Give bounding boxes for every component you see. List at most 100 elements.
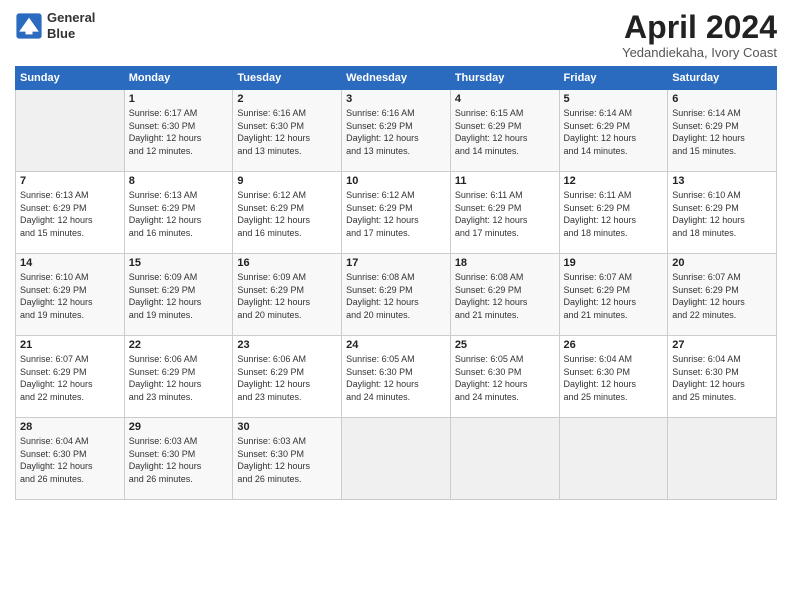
day-number: 1 [129,93,229,105]
day-cell: 2Sunrise: 6:16 AMSunset: 6:30 PMDaylight… [233,90,342,172]
day-cell: 10Sunrise: 6:12 AMSunset: 6:29 PMDayligh… [342,172,451,254]
day-number: 29 [129,421,229,433]
day-number: 6 [672,93,772,105]
day-info: Sunrise: 6:07 AMSunset: 6:29 PMDaylight:… [672,271,772,321]
day-info: Sunrise: 6:12 AMSunset: 6:29 PMDaylight:… [237,189,337,239]
day-cell [342,418,451,500]
day-cell: 16 Sunrise: 6:09 AMSunset: 6:29 PMDayligh… [233,254,342,336]
logo-icon [15,12,43,40]
day-info: Sunrise: 6:10 AMSunset: 6:29 PMDaylight:… [20,271,120,321]
day-info: Sunrise: 6:14 AMSunset: 6:29 PMDaylight:… [564,107,664,157]
day-info: Sunrise: 6:08 AMSunset: 6:29 PMDaylight:… [455,271,555,321]
day-info: Sunrise: 6:08 AMSunset: 6:29 PMDaylight:… [346,271,446,321]
day-cell: 4 Sunrise: 6:15 AMSunset: 6:29 PMDaylight… [450,90,559,172]
day-cell: 8Sunrise: 6:13 AMSunset: 6:29 PMDaylight… [124,172,233,254]
day-info: Sunrise: 6:13 AMSunset: 6:29 PMDaylight:… [20,189,120,239]
day-cell: 13 Sunrise: 6:10 AMSunset: 6:29 PMDayligh… [668,172,777,254]
day-number: 3 [346,93,446,105]
day-cell: 25 Sunrise: 6:05 AMSunset: 6:30 PMDayligh… [450,336,559,418]
day-number: 18 [455,257,555,269]
day-number: 16 [237,257,337,269]
header-cell-tuesday: Tuesday [233,67,342,90]
day-number: 25 [455,339,555,351]
day-number: 8 [129,175,229,187]
day-info: Sunrise: 6:12 AMSunset: 6:29 PMDaylight:… [346,189,446,239]
logo-line1: General [47,10,95,26]
location: Yedandiekaha, Ivory Coast [622,45,777,60]
day-info: Sunrise: 6:04 AMSunset: 6:30 PMDaylight:… [20,435,120,485]
day-info: Sunrise: 6:09 AMSunset: 6:29 PMDaylight:… [129,271,229,321]
day-number: 24 [346,339,446,351]
day-cell: 24 Sunrise: 6:05 AMSunset: 6:30 PMDayligh… [342,336,451,418]
header-cell-thursday: Thursday [450,67,559,90]
day-info: Sunrise: 6:11 AMSunset: 6:29 PMDaylight:… [564,189,664,239]
week-row-5: 28 Sunrise: 6:04 AMSunset: 6:30 PMDayligh… [16,418,777,500]
day-cell: 11 Sunrise: 6:11 AMSunset: 6:29 PMDayligh… [450,172,559,254]
day-number: 9 [237,175,337,187]
day-number: 15 [129,257,229,269]
header-cell-friday: Friday [559,67,668,90]
calendar-header-row: SundayMondayTuesdayWednesdayThursdayFrid… [16,67,777,90]
day-info: Sunrise: 6:17 AMSunset: 6:30 PMDaylight:… [129,107,229,157]
day-info: Sunrise: 6:04 AMSunset: 6:30 PMDaylight:… [564,353,664,403]
header-cell-monday: Monday [124,67,233,90]
day-number: 19 [564,257,664,269]
day-cell: 26 Sunrise: 6:04 AMSunset: 6:30 PMDayligh… [559,336,668,418]
day-cell: 19 Sunrise: 6:07 AMSunset: 6:29 PMDayligh… [559,254,668,336]
day-cell: 20 Sunrise: 6:07 AMSunset: 6:29 PMDayligh… [668,254,777,336]
day-info: Sunrise: 6:06 AMSunset: 6:29 PMDaylight:… [237,353,337,403]
day-number: 26 [564,339,664,351]
day-number: 28 [20,421,120,433]
day-cell: 7 Sunrise: 6:13 AMSunset: 6:29 PMDaylight… [16,172,125,254]
day-info: Sunrise: 6:16 AMSunset: 6:29 PMDaylight:… [346,107,446,157]
day-info: Sunrise: 6:10 AMSunset: 6:29 PMDaylight:… [672,189,772,239]
day-number: 4 [455,93,555,105]
day-cell: 27 Sunrise: 6:04 AMSunset: 6:30 PMDayligh… [668,336,777,418]
day-cell: 3 Sunrise: 6:16 AMSunset: 6:29 PMDaylight… [342,90,451,172]
header: General Blue April 2024 Yedandiekaha, Iv… [15,10,777,60]
title-block: April 2024 Yedandiekaha, Ivory Coast [622,10,777,60]
day-number: 7 [20,175,120,187]
week-row-1: 1 Sunrise: 6:17 AMSunset: 6:30 PMDaylight… [16,90,777,172]
week-row-2: 7 Sunrise: 6:13 AMSunset: 6:29 PMDaylight… [16,172,777,254]
day-info: Sunrise: 6:04 AMSunset: 6:30 PMDaylight:… [672,353,772,403]
day-info: Sunrise: 6:05 AMSunset: 6:30 PMDaylight:… [455,353,555,403]
week-row-3: 14 Sunrise: 6:10 AMSunset: 6:29 PMDayligh… [16,254,777,336]
day-cell: 22 Sunrise: 6:06 AMSunset: 6:29 PMDayligh… [124,336,233,418]
page: General Blue April 2024 Yedandiekaha, Iv… [0,0,792,612]
day-info: Sunrise: 6:11 AMSunset: 6:29 PMDaylight:… [455,189,555,239]
day-number: 14 [20,257,120,269]
day-cell: 28 Sunrise: 6:04 AMSunset: 6:30 PMDayligh… [16,418,125,500]
day-info: Sunrise: 6:15 AMSunset: 6:29 PMDaylight:… [455,107,555,157]
day-info: Sunrise: 6:09 AMSunset: 6:29 PMDaylight:… [237,271,337,321]
day-cell [16,90,125,172]
day-number: 13 [672,175,772,187]
header-cell-sunday: Sunday [16,67,125,90]
day-number: 12 [564,175,664,187]
header-cell-saturday: Saturday [668,67,777,90]
day-number: 27 [672,339,772,351]
day-cell [450,418,559,500]
day-number: 2 [237,93,337,105]
day-cell: 6Sunrise: 6:14 AMSunset: 6:29 PMDaylight… [668,90,777,172]
day-cell: 5 Sunrise: 6:14 AMSunset: 6:29 PMDaylight… [559,90,668,172]
day-number: 5 [564,93,664,105]
day-number: 21 [20,339,120,351]
week-row-4: 21 Sunrise: 6:07 AMSunset: 6:29 PMDayligh… [16,336,777,418]
month-title: April 2024 [622,10,777,45]
day-number: 20 [672,257,772,269]
day-number: 22 [129,339,229,351]
day-info: Sunrise: 6:07 AMSunset: 6:29 PMDaylight:… [564,271,664,321]
logo: General Blue [15,10,95,41]
day-number: 23 [237,339,337,351]
day-info: Sunrise: 6:05 AMSunset: 6:30 PMDaylight:… [346,353,446,403]
day-info: Sunrise: 6:06 AMSunset: 6:29 PMDaylight:… [129,353,229,403]
day-cell: 29Sunrise: 6:03 AMSunset: 6:30 PMDayligh… [124,418,233,500]
header-cell-wednesday: Wednesday [342,67,451,90]
day-cell: 1 Sunrise: 6:17 AMSunset: 6:30 PMDaylight… [124,90,233,172]
calendar-table: SundayMondayTuesdayWednesdayThursdayFrid… [15,66,777,500]
logo-text: General Blue [47,10,95,41]
day-info: Sunrise: 6:07 AMSunset: 6:29 PMDaylight:… [20,353,120,403]
day-number: 17 [346,257,446,269]
day-number: 11 [455,175,555,187]
